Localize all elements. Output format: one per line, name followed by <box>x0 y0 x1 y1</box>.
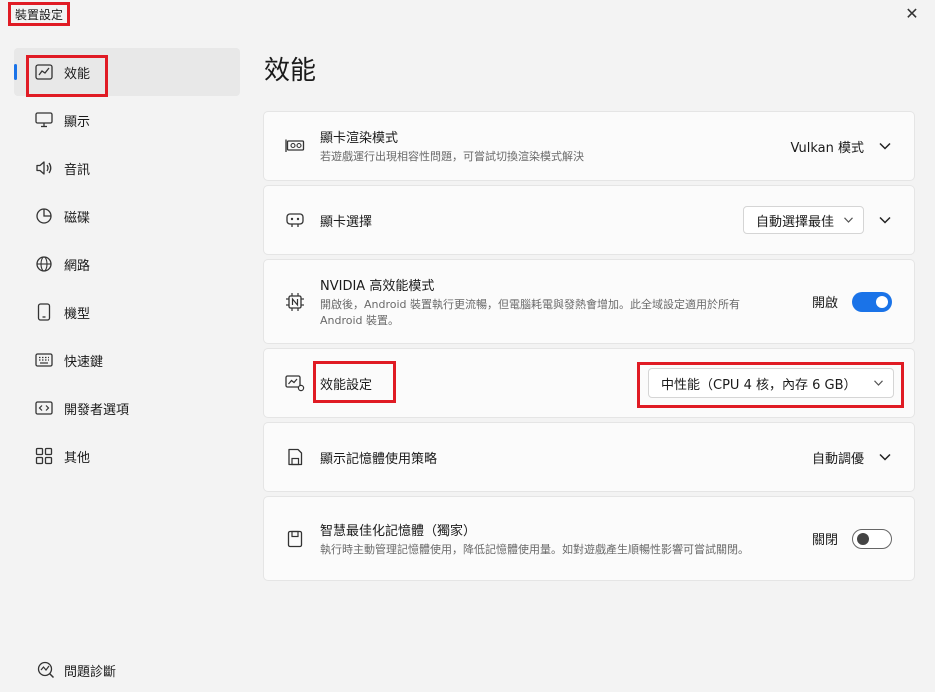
sidebar-item-developer-options[interactable]: 開發者選項 <box>14 384 240 432</box>
sidebar-item-label: 開發者選項 <box>64 402 130 418</box>
monitor-icon <box>34 110 54 130</box>
chevron-down-icon <box>874 380 883 386</box>
chevron-down-icon <box>844 217 853 223</box>
setting-performance: 效能設定 中性能（CPU 4 核，內存 6 GB） <box>263 348 915 418</box>
sidebar-item-label: 磁碟 <box>64 210 91 226</box>
sidebar-item-label: 網路 <box>64 258 91 274</box>
chart-line-icon <box>34 62 54 82</box>
code-icon <box>34 398 54 418</box>
sidebar-item-network[interactable]: 網路 <box>14 240 240 288</box>
toggle-state-label: 關閉 <box>811 533 838 548</box>
nvidia-toggle[interactable] <box>852 291 892 312</box>
gpu-select-value: 自動選擇最佳 <box>755 214 834 230</box>
setting-description: 若遊戲運行出現相容性問題，可嘗試切換渲染模式解決 <box>320 150 584 163</box>
diagnostics-icon <box>36 660 56 680</box>
setting-description: 開啟後，Android 裝置執行更流暢，但電腦耗電與發熱會增加。此全域設定適用於… <box>320 297 741 327</box>
gpu-select-dropdown[interactable]: 自動選擇最佳 <box>742 206 864 234</box>
setting-title: 智慧最佳化記憶體（獨家） <box>320 523 477 539</box>
setting-gpu-selection: 顯卡選擇 自動選擇最佳 <box>263 185 915 255</box>
sidebar-item-label: 快速鍵 <box>64 354 104 370</box>
close-button[interactable]: ✕ <box>901 4 923 26</box>
toggle-state-label: 開啟 <box>811 296 838 311</box>
setting-nvidia-high-performance: NVIDIA 高效能模式 開啟後，Android 裝置執行更流暢，但電腦耗電與發… <box>263 259 915 344</box>
setting-smart-memory: 智慧最佳化記憶體（獨家） 執行時主動管理記憶體使用，降低記憶體使用量。如對遊戲產… <box>263 496 915 581</box>
grid-icon <box>34 446 54 466</box>
setting-vram-strategy: 顯示記憶體使用策略 自動調優 <box>263 422 915 492</box>
sidebar: 效能 顯示 音訊 磁碟 網路 機型 快速鍵 開發者選項 其他 <box>14 48 240 480</box>
memory-card-icon <box>284 528 306 550</box>
gpu-chip-icon <box>284 209 306 231</box>
diagnostics-button[interactable]: 問題診斷 <box>36 660 116 680</box>
setting-description: 執行時主動管理記憶體使用，降低記憶體使用量。如對遊戲產生順暢性影響可嘗試關閉。 <box>320 542 749 556</box>
smart-memory-toggle[interactable] <box>852 528 892 549</box>
sidebar-item-label: 其他 <box>64 450 91 466</box>
keyboard-icon <box>34 350 54 370</box>
graphics-card-icon <box>284 135 306 157</box>
sidebar-item-disk[interactable]: 磁碟 <box>14 192 240 240</box>
nvidia-chip-icon <box>284 291 306 313</box>
sidebar-item-audio[interactable]: 音訊 <box>14 144 240 192</box>
performance-value: 中性能（CPU 4 核，內存 6 GB） <box>661 377 857 393</box>
sidebar-item-model[interactable]: 機型 <box>14 288 240 336</box>
diagnostics-label: 問題診斷 <box>64 664 117 680</box>
chevron-down-icon[interactable] <box>878 450 892 464</box>
speaker-icon <box>34 158 54 178</box>
setting-title: 顯卡渲染模式 <box>320 131 399 146</box>
performance-dropdown[interactable]: 中性能（CPU 4 核，內存 6 GB） <box>648 368 894 398</box>
setting-title: 顯卡選擇 <box>320 214 373 230</box>
chevron-down-icon[interactable] <box>878 139 892 153</box>
page-title: 效能 <box>264 56 317 86</box>
save-memory-icon <box>284 446 306 468</box>
setting-title: 效能設定 <box>320 377 373 393</box>
render-mode-value[interactable]: Vulkan 模式 <box>791 137 865 156</box>
pie-chart-icon <box>34 206 54 226</box>
sidebar-item-label: 音訊 <box>64 162 91 178</box>
phone-icon <box>34 302 54 322</box>
sidebar-item-display[interactable]: 顯示 <box>14 96 240 144</box>
globe-icon <box>34 254 54 274</box>
sidebar-item-performance[interactable]: 效能 <box>14 48 240 96</box>
window-title: 裝置設定 <box>8 2 71 26</box>
sidebar-item-shortcuts[interactable]: 快速鍵 <box>14 336 240 384</box>
performance-gear-icon <box>284 372 306 394</box>
sidebar-item-other[interactable]: 其他 <box>14 432 240 480</box>
vram-strategy-value[interactable]: 自動調優 <box>812 448 864 467</box>
sidebar-item-label: 效能 <box>64 66 91 82</box>
setting-title: NVIDIA 高效能模式 <box>320 278 435 294</box>
sidebar-item-label: 機型 <box>64 306 91 322</box>
chevron-down-icon[interactable] <box>878 213 892 227</box>
setting-title: 顯示記憶體使用策略 <box>320 451 438 467</box>
sidebar-item-label: 顯示 <box>64 114 91 130</box>
setting-gpu-render-mode: 顯卡渲染模式 若遊戲運行出現相容性問題，可嘗試切換渲染模式解決 Vulkan 模… <box>263 111 915 181</box>
